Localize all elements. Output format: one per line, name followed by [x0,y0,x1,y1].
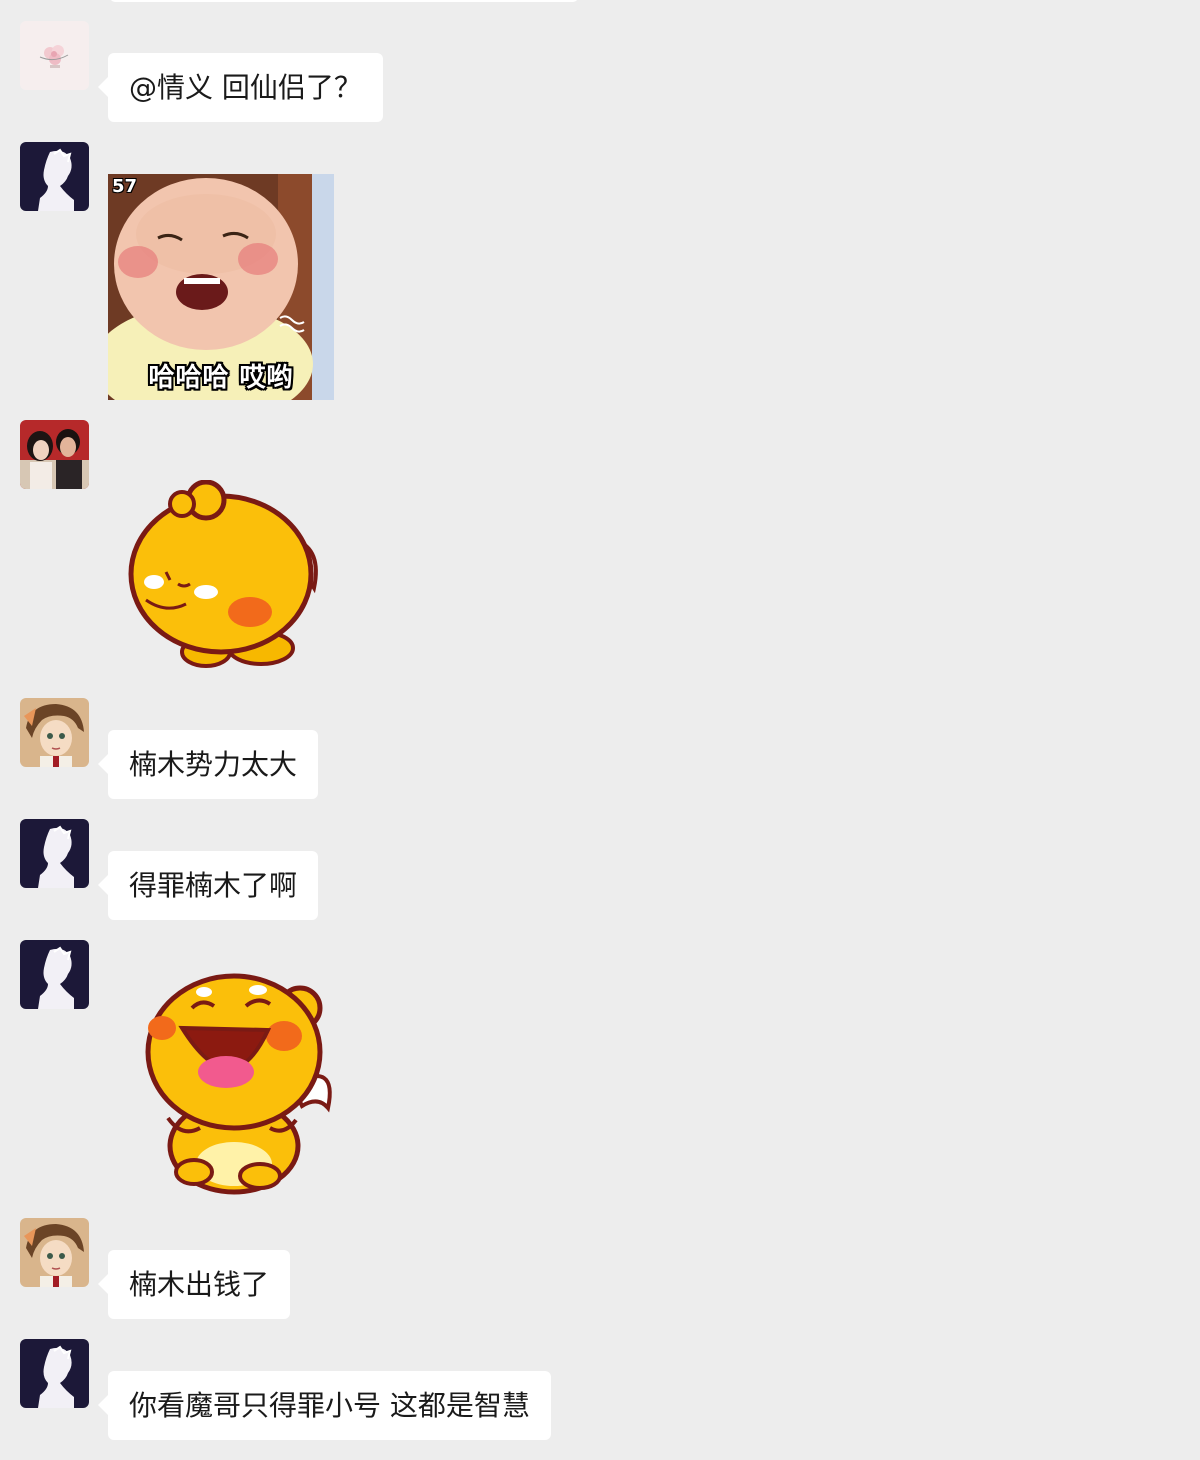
yellow-mascot-shy-sticker[interactable] [126,480,326,680]
message-bubble[interactable]: 楠木出钱了 [97,1250,291,1319]
silhouette-avatar[interactable] [20,819,89,888]
message-bubble[interactable]: 你看魔哥只得罪小号 这都是智慧 [98,1371,551,1440]
silhouette-avatar[interactable] [20,142,89,211]
message-text: 楠木出钱了 [129,1268,270,1301]
message-text: @情义 回仙侣了？ [129,71,362,104]
anime-avatar[interactable] [20,698,89,767]
yellow-mascot-laughing-sticker[interactable] [142,968,342,1198]
message-bubble[interactable]: 楠木势力太大 [97,730,319,799]
silhouette-avatar[interactable] [20,1339,89,1408]
laughing-baby-sticker[interactable]: 57 哈哈哈 哎哟 [108,174,334,400]
sticker-badge: 57 [112,176,138,197]
silhouette-avatar[interactable] [20,940,89,1009]
message-text: 你看魔哥只得罪小号 这都是智慧 [129,1389,530,1422]
previous-message-bubble [110,0,578,2]
message-bubble[interactable]: @情义 回仙侣了？ [98,53,383,122]
flower-avatar[interactable] [20,21,89,90]
anime-avatar[interactable] [20,1218,89,1287]
message-text: 得罪楠木了啊 [129,869,298,902]
sticker-caption: 哈哈哈 哎哟 [148,363,294,393]
couple-avatar[interactable] [20,420,89,489]
message-text: 楠木势力太大 [129,748,298,781]
message-bubble[interactable]: 得罪楠木了啊 [97,851,319,920]
